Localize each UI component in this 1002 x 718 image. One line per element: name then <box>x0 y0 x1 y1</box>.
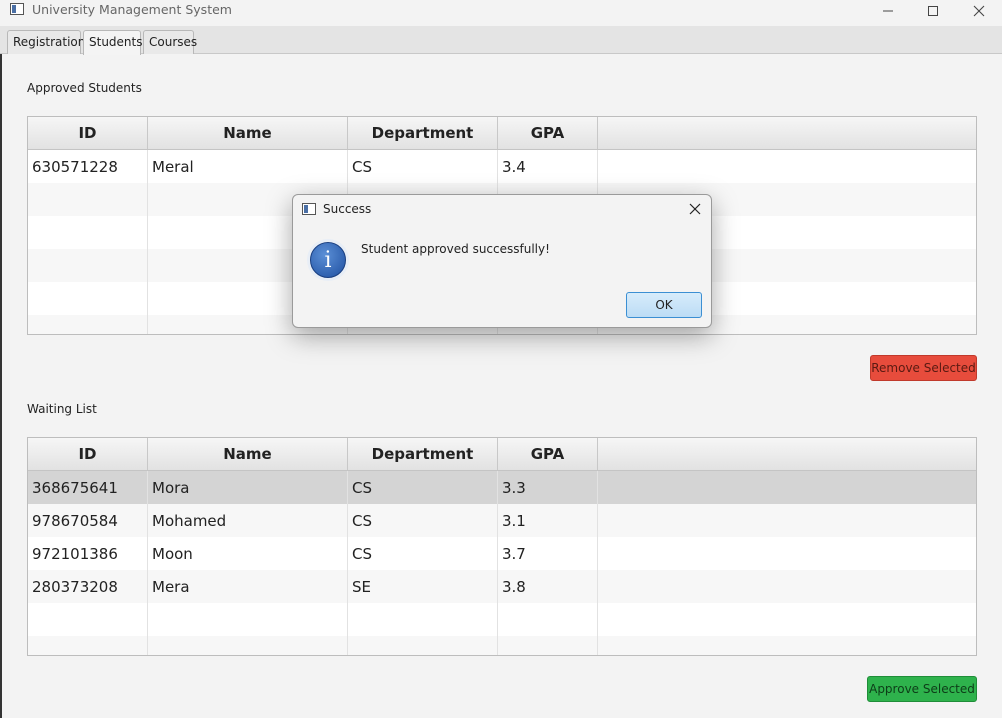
title-bar[interactable]: University Management System <box>0 0 1002 26</box>
column-header-department[interactable]: Department <box>348 438 498 470</box>
column-header-name[interactable]: Name <box>148 117 348 149</box>
cell-name: Mora <box>148 471 348 504</box>
cell-filler <box>598 471 976 504</box>
column-header-id[interactable]: ID <box>28 117 148 149</box>
maximize-button[interactable] <box>910 0 956 22</box>
app-window: University Management System Registratio… <box>0 0 1002 718</box>
table-row[interactable]: 630571228 Meral CS 3.4 <box>28 150 976 183</box>
cell-name: Mohamed <box>148 504 348 537</box>
cell-department: CS <box>348 471 498 504</box>
dialog-title: Success <box>323 202 372 216</box>
empty-row <box>28 636 976 655</box>
cell-gpa: 3.4 <box>498 150 598 183</box>
success-dialog: Success i Student approved successfully!… <box>292 194 712 328</box>
column-header-id[interactable]: ID <box>28 438 148 470</box>
column-header-filler <box>598 117 976 149</box>
column-header-gpa[interactable]: GPA <box>498 117 598 149</box>
maximize-icon <box>928 6 938 16</box>
table-row[interactable]: 978670584 Mohamed CS 3.1 <box>28 504 976 537</box>
column-header-name[interactable]: Name <box>148 438 348 470</box>
column-header-gpa[interactable]: GPA <box>498 438 598 470</box>
approved-students-label: Approved Students <box>27 81 142 95</box>
cell-id: 368675641 <box>28 471 148 504</box>
cell-id: 972101386 <box>28 537 148 570</box>
cell-department: CS <box>348 504 498 537</box>
cell-filler <box>598 504 976 537</box>
cell-gpa: 3.7 <box>498 537 598 570</box>
tab-students[interactable]: Students <box>83 30 143 55</box>
cell-filler <box>598 570 976 603</box>
info-icon: i <box>307 239 349 281</box>
dialog-title-bar[interactable]: Success <box>293 195 711 223</box>
waiting-list-table[interactable]: ID Name Department GPA 368675641 Mora CS… <box>27 437 977 656</box>
minimize-button[interactable] <box>865 0 911 22</box>
column-header-department[interactable]: Department <box>348 117 498 149</box>
tab-registration[interactable]: Registration <box>7 30 85 54</box>
cell-department: CS <box>348 537 498 570</box>
dialog-message: Student approved successfully! <box>361 242 550 256</box>
cell-department: CS <box>348 150 498 183</box>
cell-filler <box>598 537 976 570</box>
tab-courses[interactable]: Courses <box>143 30 197 54</box>
cell-filler <box>598 150 976 183</box>
cell-name: Mera <box>148 570 348 603</box>
cell-name: Moon <box>148 537 348 570</box>
cell-gpa: 3.3 <box>498 471 598 504</box>
table-row-selected[interactable]: 368675641 Mora CS 3.3 <box>28 471 976 504</box>
app-icon <box>10 3 24 15</box>
minimize-icon <box>883 10 893 12</box>
close-button[interactable] <box>956 0 1002 22</box>
dialog-close-button[interactable] <box>685 200 705 218</box>
table-row[interactable]: 972101386 Moon CS 3.7 <box>28 537 976 570</box>
window-title: University Management System <box>32 2 232 17</box>
close-icon <box>689 203 701 215</box>
table-header: ID Name Department GPA <box>28 117 976 150</box>
cell-id: 630571228 <box>28 150 148 183</box>
table-header: ID Name Department GPA <box>28 438 976 471</box>
empty-row <box>28 603 976 636</box>
tab-bar: Registration Students Courses <box>0 26 1002 55</box>
remove-selected-button[interactable]: Remove Selected <box>870 355 977 381</box>
cell-gpa: 3.1 <box>498 504 598 537</box>
close-icon <box>973 5 985 17</box>
app-icon <box>302 203 316 215</box>
window-edge <box>0 0 2 718</box>
info-icon-glyph: i <box>310 242 346 278</box>
cell-department: SE <box>348 570 498 603</box>
column-header-filler <box>598 438 976 470</box>
cell-gpa: 3.8 <box>498 570 598 603</box>
table-row[interactable]: 280373208 Mera SE 3.8 <box>28 570 976 603</box>
approve-selected-button[interactable]: Approve Selected <box>867 676 977 702</box>
cell-id: 280373208 <box>28 570 148 603</box>
ok-button[interactable]: OK <box>626 292 702 318</box>
waiting-list-label: Waiting List <box>27 402 97 416</box>
cell-name: Meral <box>148 150 348 183</box>
cell-id: 978670584 <box>28 504 148 537</box>
